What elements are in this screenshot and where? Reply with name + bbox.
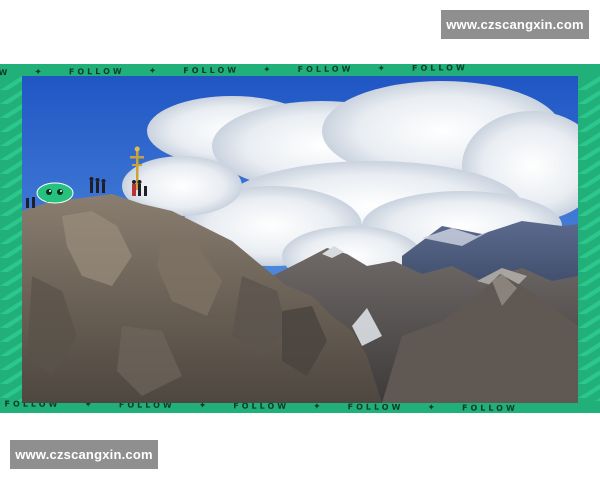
left-stripe-pattern	[0, 76, 22, 401]
mountain-summit-photo	[22, 76, 578, 403]
sparkle-icon: ✦	[263, 65, 274, 76]
green-eye-badge-icon	[36, 182, 74, 204]
watermark-bottom: www.czscangxin.com	[10, 440, 158, 469]
mountain-scene	[22, 76, 578, 403]
right-stripe-pattern	[578, 76, 600, 401]
ticker-label: FOLLOW	[411, 64, 468, 73]
ticker-label: FOLLOW	[461, 403, 518, 413]
ticker-label: FOLLOW	[297, 64, 354, 75]
ticker-label: FOLLOW	[347, 402, 404, 412]
sparkle-icon: ✦	[377, 64, 388, 75]
sparkle-icon: ✦	[427, 403, 438, 413]
watermark-top: www.czscangxin.com	[441, 10, 589, 39]
